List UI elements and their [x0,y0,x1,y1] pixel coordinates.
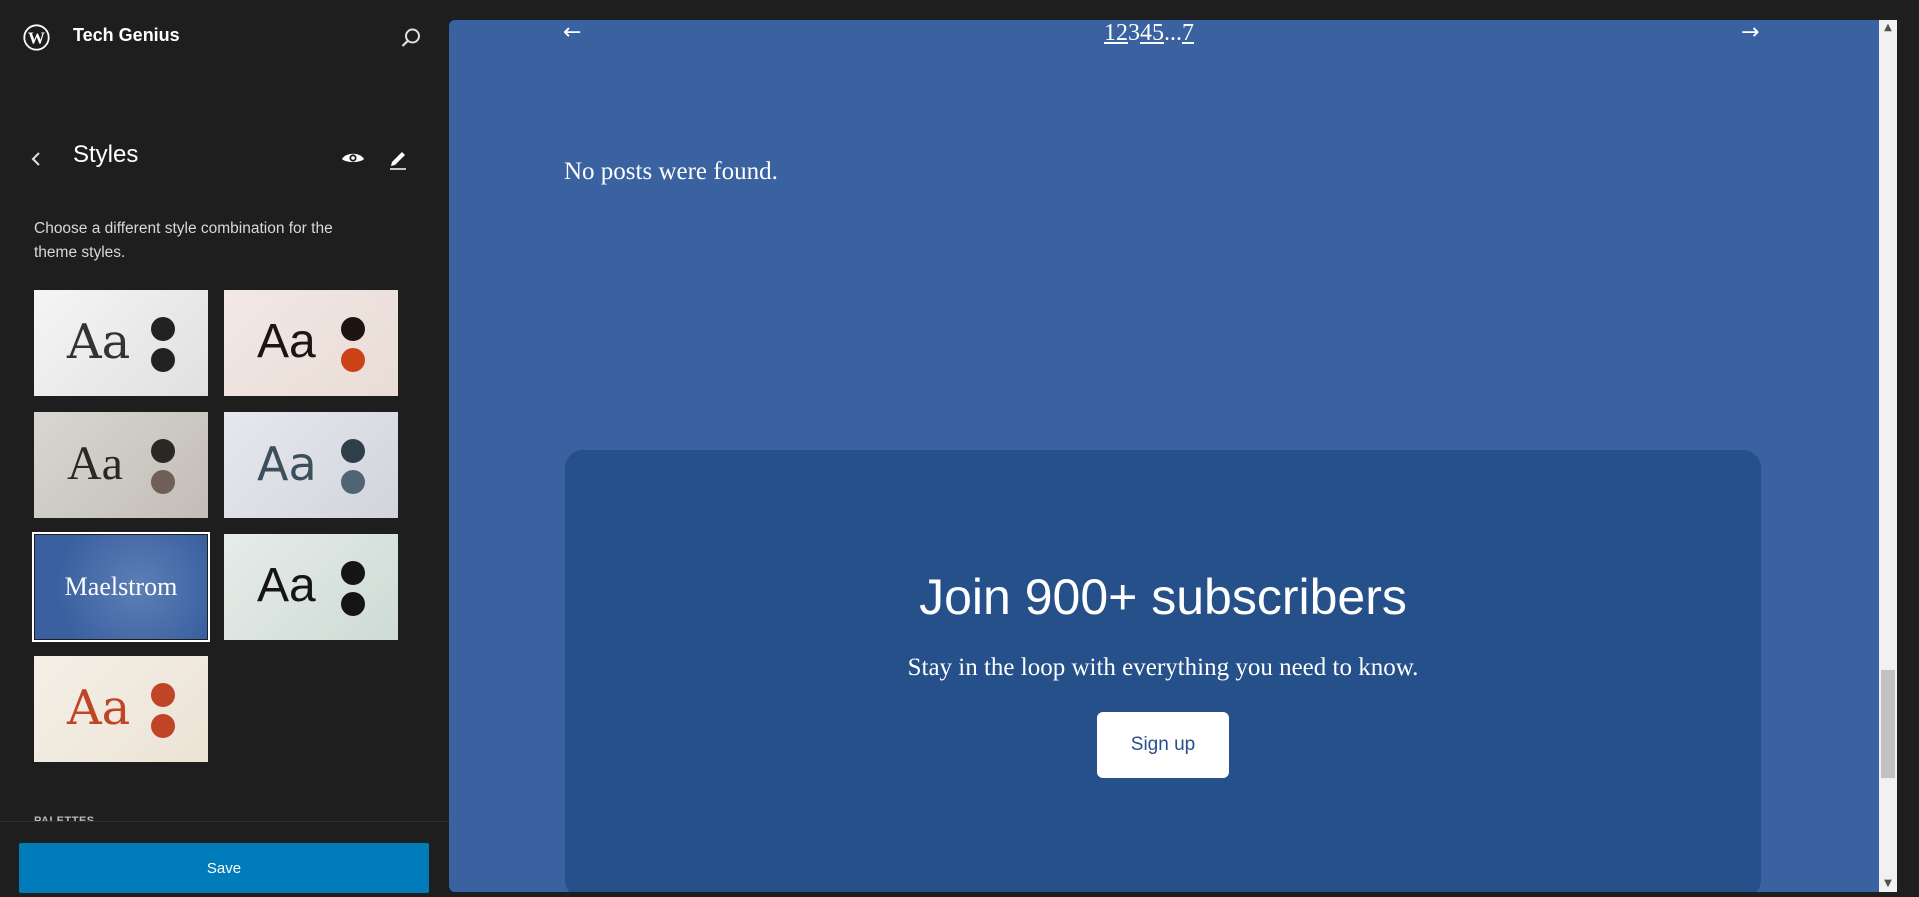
color-swatch [341,439,365,463]
current-page: 3 [1128,20,1140,46]
scroll-up-arrow-icon[interactable]: ▲ [1879,20,1897,36]
scroll-down-arrow-icon[interactable]: ▼ [1879,876,1897,892]
site-preview-canvas[interactable]: ← 12345...7 → No posts were found. Join … [449,20,1879,892]
color-swatch [341,348,365,372]
typography-sample: Aa [67,314,131,370]
style-variation-4[interactable]: Aa [224,412,398,518]
typography-sample: Aa [257,559,316,612]
style-variation-7[interactable]: Aa [34,656,208,762]
page-link[interactable]: 2 [1116,20,1128,46]
scrollbar-thumb[interactable] [1881,670,1895,778]
pagination-ellipsis: ... [1164,20,1182,46]
preview-scrollbar[interactable]: ▲ ▼ [1879,20,1897,892]
style-variation-6[interactable]: Aa [224,534,398,640]
search-icon[interactable] [398,25,424,51]
color-swatch [341,561,365,585]
typography-sample: Aa [67,680,131,736]
site-editor-sidebar: W Tech Genius Styles Choose a different … [0,0,449,897]
typography-sample: Aa [67,437,123,490]
page-link[interactable]: 5 [1152,20,1164,46]
wordpress-logo-icon[interactable]: W [23,24,50,51]
section-label-palettes: PALETTES [34,815,95,821]
save-button[interactable]: Save [19,843,429,893]
color-swatch [151,348,175,372]
color-swatch [341,317,365,341]
site-header: W Tech Genius [0,0,449,75]
color-swatch [151,439,175,463]
subscribe-heading: Join 900+ subscribers [919,569,1407,625]
style-variation-1[interactable]: Aa [34,290,208,396]
page-numbers: 12345...7 [1104,20,1194,47]
color-swatch [151,714,175,738]
color-swatch [151,317,175,341]
svg-text:W: W [28,29,45,48]
chevron-left-icon[interactable] [26,148,48,170]
page-link[interactable]: 1 [1104,20,1116,46]
style-variation-2[interactable]: Aa [224,290,398,396]
variation-label: Maelstrom [64,572,178,601]
color-swatch [341,470,365,494]
typography-sample: Aa [257,315,316,368]
style-variation-3[interactable]: Aa [34,412,208,518]
color-swatch [151,470,175,494]
site-title[interactable]: Tech Genius [73,25,180,46]
page-link[interactable]: 4 [1140,20,1152,46]
typography-sample: Aa [257,437,317,491]
panel-description: Choose a different style combination for… [34,219,333,261]
previous-page-link[interactable]: ← [563,20,581,45]
color-swatch [341,592,365,616]
no-results-text: No posts were found. [564,158,778,185]
page-link[interactable]: 7 [1182,20,1194,46]
sign-up-button[interactable]: Sign up [1097,712,1229,778]
style-variation-maelstrom-selected[interactable]: Maelstrom [32,532,210,642]
sidebar-footer: Save [0,821,449,897]
styles-header: Styles [0,140,449,180]
query-pagination: ← 12345...7 → [449,20,1879,70]
panel-title: Styles [73,141,139,168]
pencil-icon[interactable] [385,145,411,171]
color-swatch [151,683,175,707]
next-page-link[interactable]: → [1741,20,1759,45]
subscribe-text: Stay in the loop with everything you nee… [907,654,1419,681]
eye-icon[interactable] [340,147,366,171]
subscribe-section: Join 900+ subscribers Stay in the loop w… [565,450,1761,892]
